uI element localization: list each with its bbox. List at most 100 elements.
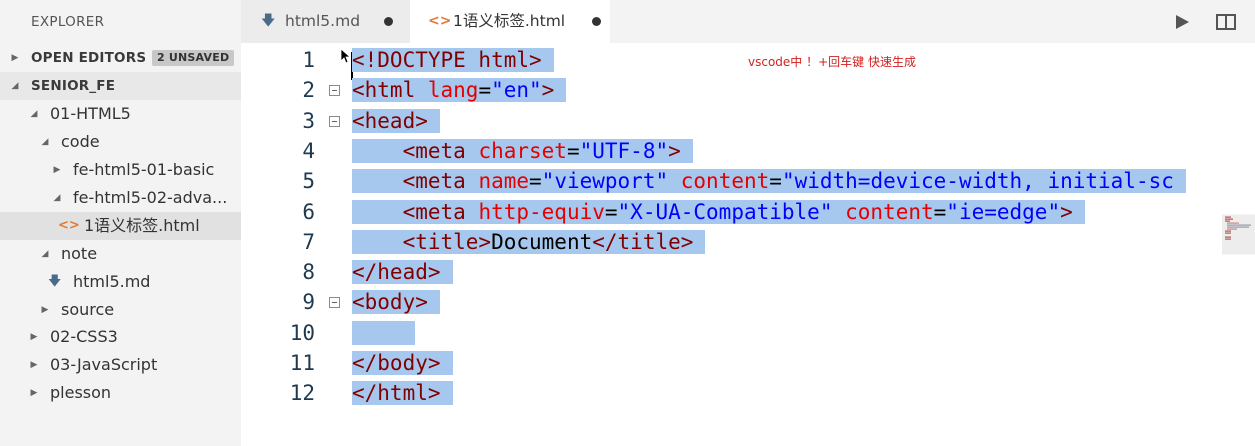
tree-label: 02-CSS3	[50, 327, 118, 346]
folder-plesson[interactable]: ▶ plesson	[0, 379, 241, 407]
code-token: =	[566, 138, 580, 163]
chevron-right-icon: ▶	[11, 53, 19, 63]
selection-highlight: <meta charset="UTF-8">	[352, 138, 693, 163]
selection-highlight: <meta name="viewport" content="width=dev…	[352, 169, 1186, 194]
code-line[interactable]: </body>	[352, 348, 453, 378]
code-line[interactable]: <meta charset="UTF-8">	[352, 136, 693, 166]
chevron-right-icon: ▶	[30, 332, 38, 342]
code-token: "UTF-8"	[579, 138, 669, 163]
code-line[interactable]: <body>	[352, 287, 440, 317]
code-token: <head>	[352, 108, 428, 133]
line-number: 4	[302, 138, 315, 163]
line-number: 10	[289, 320, 315, 345]
code-token: charset	[478, 138, 567, 163]
code-token: </title>	[592, 229, 694, 254]
folder-03-javascript[interactable]: ▶ 03-JavaScript	[0, 351, 241, 379]
code-token: <meta	[402, 138, 479, 163]
code-token: <meta	[402, 169, 479, 194]
folder-01-html5[interactable]: ◢ 01-HTML5	[0, 100, 241, 128]
code-line[interactable]	[352, 318, 415, 348]
code-token: =	[529, 169, 542, 194]
code-token: Document	[491, 229, 593, 254]
line-number: 7	[302, 229, 315, 254]
tree-label: code	[61, 132, 100, 151]
code-editor[interactable]: vscode中 ！+回车键 快速生成 1 2 3 4 5 6 7 8 9 10 11 12 <!DOC…	[241, 43, 1255, 446]
line-number: 5	[302, 169, 315, 194]
code-line[interactable]: </head>	[352, 257, 453, 287]
code-line[interactable]: <title>Document</title>	[352, 227, 706, 257]
code-line[interactable]: <meta name="viewport" content="width=dev…	[352, 166, 1186, 196]
code-token: content	[845, 199, 934, 224]
annotation-text: vscode中 ！+回车键 快速生成	[748, 55, 916, 69]
code-line[interactable]: <meta http-equiv="X-UA-Compatible" conte…	[352, 197, 1085, 227]
code-token: name	[478, 169, 530, 194]
chevron-down-icon: ◢	[11, 81, 19, 91]
explorer-title: EXPLORER	[31, 14, 105, 30]
chevron-down-icon: ◢	[41, 137, 49, 147]
code-token: "viewport"	[541, 169, 669, 194]
folder-source[interactable]: ▶ source	[0, 296, 241, 324]
mouse-pointer-icon	[340, 48, 350, 64]
html-file-icon: <>	[58, 218, 80, 233]
code-token: =	[933, 199, 947, 224]
selection-highlight: <title>Document</title>	[352, 229, 706, 254]
fold-toggle-icon[interactable]	[329, 115, 340, 127]
folder-code[interactable]: ◢ code	[0, 128, 241, 156]
code-token: http-equiv	[478, 199, 605, 224]
code-token: >	[1060, 199, 1073, 224]
chevron-right-icon: ▶	[53, 165, 61, 175]
html-file-icon: <>	[428, 13, 452, 29]
file-html5-md[interactable]: 🡇 html5.md	[0, 268, 241, 296]
chevron-right-icon: ▶	[41, 305, 49, 315]
fold-toggle-icon[interactable]	[329, 85, 340, 97]
minimap[interactable]	[1222, 43, 1255, 446]
code-token: =	[604, 199, 618, 224]
chevron-right-icon: ▶	[30, 360, 38, 370]
tree-label: note	[61, 244, 98, 263]
project-section[interactable]: ◢ SENIOR_FE	[0, 72, 241, 100]
markdown-file-icon: 🡇	[261, 13, 276, 29]
tab-html5-md[interactable]: 🡇 html5.md	[241, 0, 410, 43]
unsaved-dot-icon[interactable]	[592, 17, 601, 26]
tab-label: html5.md	[285, 12, 361, 30]
line-number: 3	[302, 108, 315, 133]
tree-label: plesson	[50, 383, 112, 402]
code-line[interactable]: </html>	[352, 378, 453, 408]
code-line[interactable]: <head>	[352, 106, 440, 136]
code-token: </head>	[352, 260, 441, 285]
tree-label: fe-html5-02-adva...	[73, 188, 228, 207]
code-token: <title>	[402, 229, 492, 254]
code-token: "en"	[491, 78, 542, 103]
fold-toggle-icon[interactable]	[329, 297, 340, 309]
tree-label: 01-HTML5	[50, 104, 131, 123]
open-editors-section[interactable]: ▶ OPEN EDITORS 2 UNSAVED	[0, 44, 241, 72]
chevron-down-icon: ◢	[53, 193, 61, 203]
code-token: "X-UA-Compatible"	[617, 199, 833, 224]
code-token: <body>	[352, 290, 428, 315]
code-token: "width=device-width, initial-sc	[781, 169, 1174, 194]
split-editor-icon[interactable]	[1215, 12, 1237, 32]
line-number: 12	[289, 381, 315, 406]
code-token: <meta	[402, 199, 479, 224]
chevron-down-icon: ◢	[41, 249, 49, 259]
line-number: 6	[302, 199, 315, 224]
folder-note[interactable]: ◢ note	[0, 240, 241, 268]
folder-02-css3[interactable]: ▶ 02-CSS3	[0, 323, 241, 351]
selection-highlight: <html lang="en">	[352, 78, 567, 103]
code-line[interactable]: <html lang="en">	[352, 75, 567, 105]
selection-highlight: <!DOCTYPE html>	[352, 48, 554, 72]
file-semantic-tags-html[interactable]: <> 1语义标签.html	[0, 212, 241, 240]
tab-label: 1语义标签.html	[453, 12, 566, 30]
folder-fe-html5-02-advanced[interactable]: ◢ fe-html5-02-adva...	[0, 184, 241, 212]
unsaved-dot-icon[interactable]	[384, 17, 393, 26]
markdown-file-icon: 🡇	[48, 274, 62, 289]
code-line[interactable]: <!DOCTYPE html>	[352, 45, 554, 75]
run-icon[interactable]	[1172, 12, 1192, 32]
tab-semantic-tags-html[interactable]: <> 1语义标签.html	[410, 0, 610, 43]
folder-fe-html5-01-basic[interactable]: ▶ fe-html5-01-basic	[0, 156, 241, 184]
